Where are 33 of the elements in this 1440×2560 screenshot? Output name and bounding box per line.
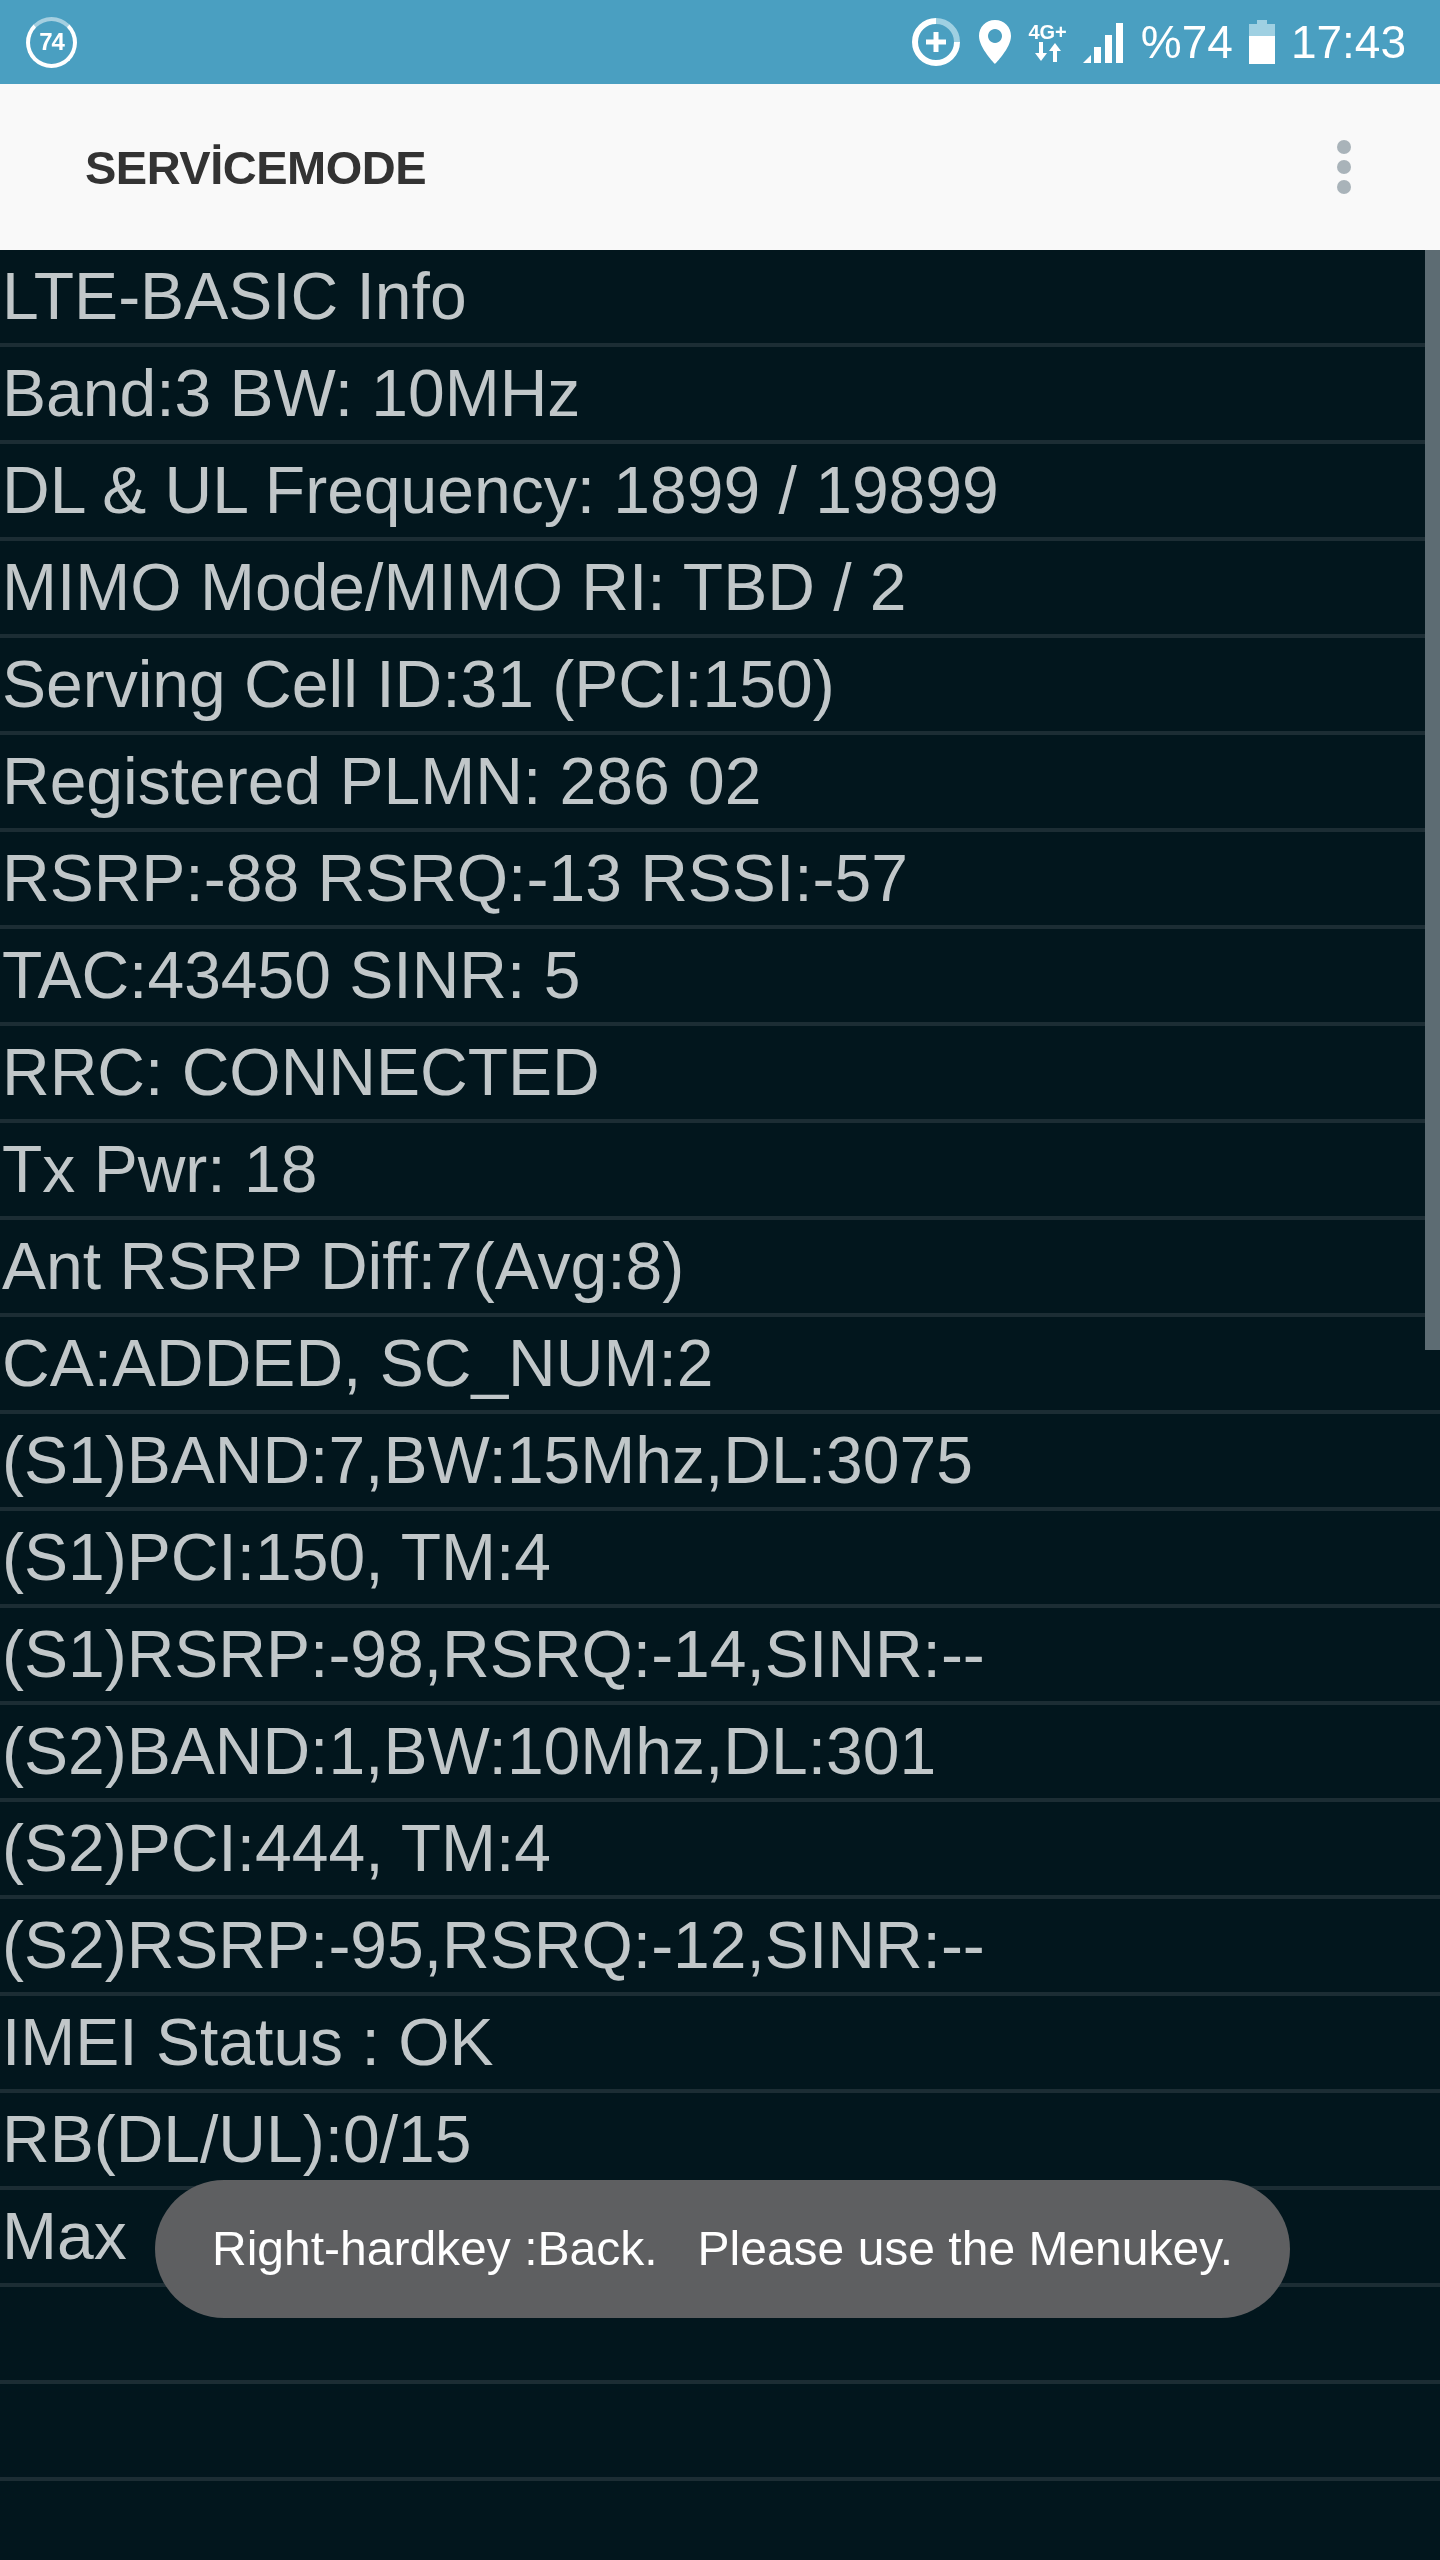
info-line: (S2)PCI:444, TM:4 (2, 1810, 551, 1887)
info-line: Max (2, 2198, 127, 2275)
info-line: LTE-BASIC Info (2, 258, 467, 335)
info-line: DL & UL Frequency: 1899 / 19899 (2, 452, 999, 529)
signal-icon (1082, 21, 1125, 63)
info-line: (S1)RSRP:-98,RSRQ:-14,SINR:-- (2, 1616, 985, 1693)
app-title: SERVİCEMODE (85, 143, 426, 191)
info-line: (S1)PCI:150, TM:4 (2, 1519, 551, 1596)
info-line: Tx Pwr: 18 (2, 1131, 318, 1208)
data-arrows-icon (1034, 42, 1061, 62)
info-line: CA:ADDED, SC_NUM:2 (2, 1325, 714, 1402)
network-type-label: 4G+ (1028, 22, 1067, 42)
toast-message: Right-hardkey :Back. Please use the Menukey. (155, 2180, 1290, 2318)
battery-icon (1248, 20, 1275, 64)
info-line: Serving Cell ID:31 (PCI:150) (2, 646, 835, 723)
info-line: Registered PLMN: 286 02 (2, 743, 762, 820)
info-line: MIMO Mode/MIMO RI: TBD / 2 (2, 549, 907, 626)
info-line: Band:3 BW: 10MHz (2, 355, 581, 432)
location-pin-icon (978, 19, 1013, 65)
info-line: RRC: CONNECTED (2, 1034, 600, 1111)
info-line: (S2)RSRP:-95,RSRQ:-12,SINR:-- (2, 1907, 985, 1984)
info-line: Ant RSRP Diff:7(Avg:8) (2, 1228, 685, 1305)
notification-badge: 74 (26, 16, 77, 68)
clock: 17:43 (1290, 19, 1406, 65)
info-line: RSRP:-88 RSRQ:-13 RSSI:-57 (2, 840, 908, 917)
info-line: IMEI Status : OK (2, 2004, 494, 2081)
info-line: TAC:43450 SINR: 5 (2, 937, 581, 1014)
more-icon[interactable] (1336, 139, 1352, 195)
info-line: RB(DL/UL):0/15 (2, 2101, 472, 2178)
battery-percent: %74 (1140, 19, 1233, 65)
data-saver-icon (910, 16, 963, 68)
info-line: (S2)BAND:1,BW:10Mhz,DL:301 (2, 1713, 937, 1790)
info-line: (S1)BAND:7,BW:15Mhz,DL:3075 (2, 1422, 973, 1499)
